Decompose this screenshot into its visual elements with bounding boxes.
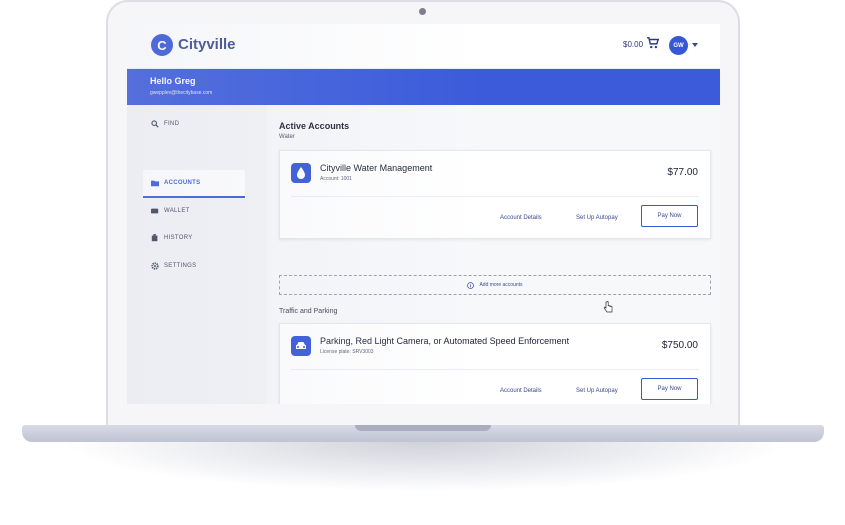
sidebar-item-history[interactable]: HISTORY [143, 225, 245, 251]
car-icon [291, 336, 311, 356]
laptop-screen: C Cityville $0.00 GW Hello Greg gwepplev… [127, 24, 720, 404]
divider [291, 196, 699, 197]
user-email: gwepplev@thecitybase.com [150, 90, 213, 96]
app-name[interactable]: Cityville [178, 36, 236, 53]
logo-mark[interactable]: C [151, 34, 173, 56]
account-details-link[interactable]: Account Details [500, 388, 542, 394]
divider [291, 369, 699, 370]
sidebar: FIND ACCOUNTS WALLET HISTORY SETTINGS [127, 105, 267, 404]
account-card-water: Cityville Water Management Account: 1001… [279, 150, 711, 239]
autopay-link[interactable]: Set Up Autopay [576, 215, 618, 221]
sidebar-item-accounts[interactable]: ACCOUNTS [143, 170, 245, 198]
greeting: Hello Greg [150, 76, 196, 86]
license-plate: License plate: SRV3003 [320, 349, 374, 355]
sidebar-item-settings[interactable]: SETTINGS [143, 253, 245, 279]
search-icon [151, 120, 159, 128]
add-more-accounts-button[interactable]: Add more accounts [279, 275, 711, 295]
cart-icon[interactable] [646, 36, 660, 50]
account-name: Parking, Red Light Camera, or Automated … [320, 336, 570, 346]
account-card-parking: Parking, Red Light Camera, or Automated … [279, 323, 711, 404]
pay-now-button[interactable]: Pay Now [641, 205, 698, 227]
add-more-label: Add more accounts [479, 282, 523, 288]
water-drop-icon [291, 163, 311, 183]
welcome-banner: Hello Greg gwepplev@thecitybase.com [127, 69, 720, 105]
sidebar-item-label: FIND [164, 121, 180, 127]
sidebar-item-label: WALLET [164, 208, 190, 214]
top-bar: C Cityville $0.00 GW [127, 24, 720, 69]
hand-cursor-icon [603, 301, 613, 313]
laptop-shadow [60, 442, 790, 492]
sidebar-item-find[interactable]: FIND [143, 111, 245, 137]
pay-now-button[interactable]: Pay Now [641, 378, 698, 400]
account-amount: $77.00 [667, 167, 698, 178]
sidebar-item-label: SETTINGS [164, 263, 197, 269]
sidebar-item-label: HISTORY [164, 235, 193, 241]
cart-total[interactable]: $0.00 [623, 40, 643, 49]
category-label-traffic: Traffic and Parking [279, 308, 338, 315]
category-label-water: Water [279, 134, 295, 140]
folder-icon [151, 180, 159, 187]
info-icon [467, 281, 475, 289]
account-details-link[interactable]: Account Details [500, 215, 542, 221]
account-name: Cityville Water Management [320, 163, 433, 173]
chevron-down-icon[interactable] [692, 43, 698, 47]
laptop-notch [355, 425, 491, 431]
main-content: Active Accounts Water Cityville Water Ma… [267, 105, 720, 404]
autopay-link[interactable]: Set Up Autopay [576, 388, 618, 394]
gear-icon [151, 262, 159, 270]
page-title: Active Accounts [279, 121, 350, 131]
wallet-icon [151, 208, 159, 214]
webcam [419, 8, 426, 15]
sidebar-item-wallet[interactable]: WALLET [143, 198, 245, 224]
account-amount: $750.00 [661, 340, 698, 351]
sidebar-item-label: ACCOUNTS [164, 180, 201, 186]
account-number: Account: 1001 [320, 176, 352, 182]
history-icon [151, 234, 158, 242]
avatar[interactable]: GW [669, 36, 688, 55]
